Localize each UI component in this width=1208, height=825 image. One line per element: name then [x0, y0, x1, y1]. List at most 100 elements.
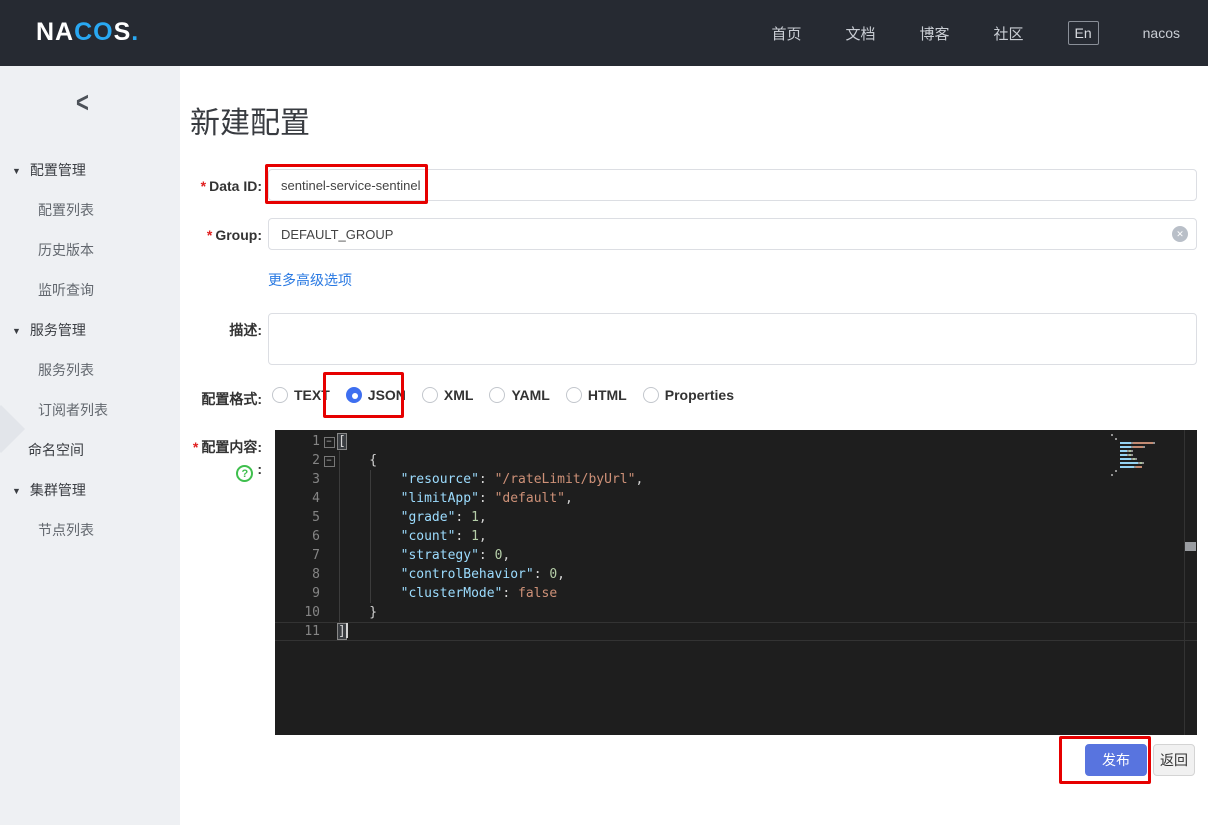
- code-text: }: [338, 603, 377, 622]
- line-number: 4: [275, 489, 320, 508]
- description-label: 描述:: [180, 320, 262, 340]
- fold-column: [320, 584, 338, 603]
- code-text: ]: [338, 622, 348, 641]
- editor-line-10: 10 }: [275, 603, 1197, 622]
- sidebar-item-节点列表[interactable]: 节点列表: [0, 510, 180, 550]
- logo-text-s: S: [114, 18, 132, 46]
- fold-column: [320, 603, 338, 622]
- format-radio-json[interactable]: JSON: [346, 387, 406, 403]
- line-number: 1: [275, 432, 320, 451]
- header-nav: 首页 文档 博客 社区 En nacos: [771, 0, 1180, 66]
- sidebar-item-历史版本[interactable]: 历史版本: [0, 230, 180, 270]
- editor-line-8: 8 "controlBehavior": 0,: [275, 565, 1197, 584]
- code-text: "controlBehavior": 0,: [338, 565, 565, 584]
- language-toggle-button[interactable]: En: [1068, 21, 1099, 45]
- format-radio-yaml[interactable]: YAML: [489, 387, 549, 403]
- code-text: "strategy": 0,: [338, 546, 510, 565]
- required-asterisk: *: [193, 439, 198, 455]
- logo-text-co: CO: [74, 18, 114, 46]
- left-sidebar: < ▼配置管理配置列表历史版本监听查询▼服务管理服务列表订阅者列表命名空间▼集群…: [0, 66, 180, 825]
- sidebar-item-配置管理[interactable]: ▼配置管理: [0, 150, 180, 190]
- sidebar-item-订阅者列表[interactable]: 订阅者列表: [0, 390, 180, 430]
- sidebar-item-label: 历史版本: [38, 242, 94, 258]
- sidebar-item-命名空间[interactable]: 命名空间: [0, 430, 180, 470]
- group-input-wrap: ✕: [268, 218, 1197, 250]
- logo-dot: .: [131, 18, 139, 46]
- sidebar-item-label: 配置列表: [38, 202, 94, 218]
- sidebar-item-集群管理[interactable]: ▼集群管理: [0, 470, 180, 510]
- fold-column: [320, 489, 338, 508]
- fold-collapse-icon[interactable]: −: [320, 432, 338, 451]
- page-title: 新建配置: [190, 98, 310, 142]
- help-question-icon[interactable]: ?: [236, 465, 253, 482]
- text-cursor: [346, 623, 348, 638]
- sidebar-collapse-icon[interactable]: <: [76, 86, 89, 120]
- editor-scrollbar-thumb[interactable]: [1185, 542, 1196, 551]
- clear-input-icon[interactable]: ✕: [1172, 226, 1188, 242]
- radio-circle-icon: [643, 387, 659, 403]
- nav-docs[interactable]: 文档: [845, 23, 875, 44]
- username-menu[interactable]: nacos: [1143, 25, 1180, 41]
- advanced-options-link[interactable]: 更多高级选项: [268, 270, 352, 290]
- sidebar-item-服务管理[interactable]: ▼服务管理: [0, 310, 180, 350]
- back-button[interactable]: 返回: [1153, 744, 1195, 776]
- line-number: 9: [275, 584, 320, 603]
- sidebar-item-监听查询[interactable]: 监听查询: [0, 270, 180, 310]
- editor-line-2: 2− {: [275, 451, 1197, 470]
- format-radio-html[interactable]: HTML: [566, 387, 627, 403]
- radio-circle-icon: [566, 387, 582, 403]
- data-id-input[interactable]: [268, 169, 1197, 201]
- editor-line-5: 5 "grade": 1,: [275, 508, 1197, 527]
- content-label: *配置内容:: [180, 437, 262, 457]
- sidebar-item-label: 集群管理: [30, 482, 86, 498]
- sidebar-item-label: 服务管理: [30, 322, 86, 338]
- editor-line-6: 6 "count": 1,: [275, 527, 1197, 546]
- line-number: 6: [275, 527, 320, 546]
- fold-column: [320, 546, 338, 565]
- radio-label: Properties: [665, 387, 734, 403]
- config-content-editor[interactable]: 1−[2− {3 "resource": "/rateLimit/byUrl",…: [275, 430, 1197, 735]
- radio-label: TEXT: [294, 387, 330, 403]
- required-asterisk: *: [201, 178, 206, 194]
- line-number: 8: [275, 565, 320, 584]
- radio-label: HTML: [588, 387, 627, 403]
- format-radio-group: TEXT JSON XML YAML HTML Properties: [272, 387, 734, 403]
- line-number: 10: [275, 603, 320, 622]
- nav-home[interactable]: 首页: [771, 23, 801, 44]
- nav-blog[interactable]: 博客: [919, 23, 949, 44]
- fold-minus-icon: −: [324, 456, 335, 467]
- code-text: "resource": "/rateLimit/byUrl",: [338, 470, 643, 489]
- sidebar-menu: ▼配置管理配置列表历史版本监听查询▼服务管理服务列表订阅者列表命名空间▼集群管理…: [0, 150, 180, 550]
- fold-collapse-icon[interactable]: −: [320, 451, 338, 470]
- format-radio-xml[interactable]: XML: [422, 387, 474, 403]
- editor-line-4: 4 "limitApp": "default",: [275, 489, 1197, 508]
- radio-circle-icon: [422, 387, 438, 403]
- sidebar-item-配置列表[interactable]: 配置列表: [0, 190, 180, 230]
- nacos-logo[interactable]: NACOS.: [36, 18, 139, 47]
- editor-scrollbar[interactable]: [1184, 430, 1197, 735]
- group-expand-icon: ▼: [12, 151, 21, 191]
- fold-column: [320, 470, 338, 489]
- publish-button[interactable]: 发布: [1085, 744, 1147, 776]
- sidebar-item-服务列表[interactable]: 服务列表: [0, 350, 180, 390]
- radio-circle-icon: [346, 387, 362, 403]
- code-text: "grade": 1,: [338, 508, 487, 527]
- nav-community[interactable]: 社区: [994, 23, 1024, 44]
- logo-text-na: NA: [36, 18, 74, 46]
- editor-minimap: [1111, 434, 1173, 478]
- group-input[interactable]: [268, 218, 1197, 250]
- line-number: 5: [275, 508, 320, 527]
- editor-lines: 1−[2− {3 "resource": "/rateLimit/byUrl",…: [275, 432, 1197, 641]
- sidebar-item-label: 命名空间: [28, 442, 84, 458]
- radio-circle-icon: [489, 387, 505, 403]
- code-text: [: [338, 432, 346, 451]
- code-text: {: [338, 451, 377, 470]
- fold-column: [320, 565, 338, 584]
- sidebar-item-label: 监听查询: [38, 282, 94, 298]
- fold-minus-icon: −: [324, 437, 335, 448]
- fold-column: [320, 622, 338, 641]
- top-header-bar: NACOS. 首页 文档 博客 社区 En nacos: [0, 0, 1208, 66]
- format-radio-properties[interactable]: Properties: [643, 387, 734, 403]
- format-radio-text[interactable]: TEXT: [272, 387, 330, 403]
- description-textarea[interactable]: [268, 313, 1197, 365]
